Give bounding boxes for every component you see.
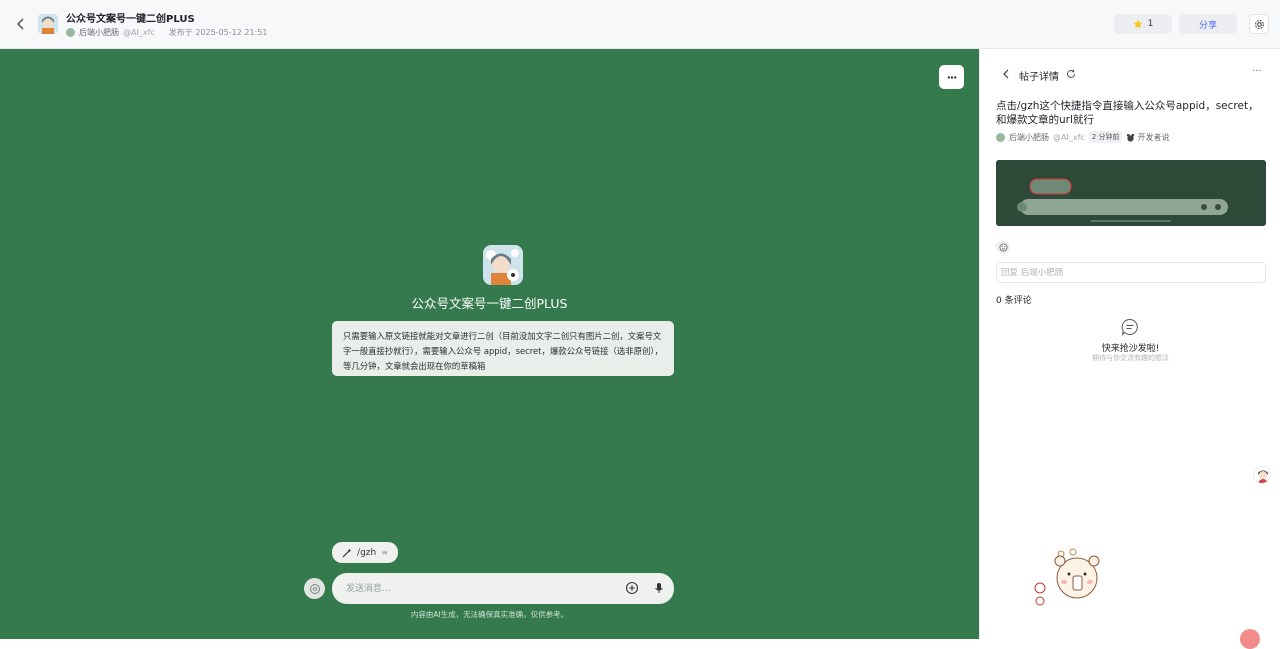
post-meta: 后端小肥肠 @AI_xfc 2 分钟前 开发者说 (996, 131, 1169, 143)
emoji-icon (998, 242, 1008, 252)
author-avatar (66, 28, 75, 37)
app-avatar (38, 14, 58, 34)
refresh-icon[interactable] (1066, 69, 1076, 79)
settings-button[interactable] (1249, 14, 1269, 34)
bot-name: 公众号文案号一键二创PLUS (411, 296, 568, 311)
plus-circle-icon[interactable] (625, 581, 639, 595)
post-detail-panel: 帖子详情 ··· 点击/gzh这个快捷指令直接输入公众号appid，secret… (979, 49, 1280, 639)
back-icon (16, 18, 24, 30)
comment-empty-icon (1121, 318, 1138, 336)
intro-message: 只需要输入原文链接就能对文章进行二创（目前没加文字二创只有图片二创，文案号文字一… (332, 321, 674, 376)
share-button[interactable]: 分享 (1179, 14, 1237, 34)
settings-icon (1254, 19, 1264, 29)
author-name[interactable]: 后端小肥肠 (79, 27, 119, 38)
mascot-illustration (1034, 548, 1100, 606)
star-button[interactable]: 1 (1114, 14, 1172, 34)
message-input[interactable] (346, 580, 616, 597)
publish-date: 发布于 2025-05-12 21:51 (168, 28, 268, 37)
message-input-box (332, 573, 674, 604)
star-icon (1133, 19, 1143, 29)
panel-title: 帖子详情 (1019, 72, 1059, 83)
chat-area: ··· 公众号文案号一键二创PLUS 只需要输入原文链接就能对文章进行二创（目前… (0, 49, 979, 639)
command-label: /gzh (357, 547, 377, 558)
top-bar: 公众号文案号一键二创PLUS 后端小肥肠 @AI_xfc 发布于 2025-05… (0, 0, 1280, 49)
sparkle-icon (342, 548, 352, 557)
chip-menu-icon: ≡ (381, 548, 388, 557)
time-badge: 2 分钟前 (1088, 131, 1123, 143)
voice-mode-button[interactable] (304, 578, 325, 599)
star-count: 1 (1147, 19, 1154, 29)
app-title: 公众号文案号一键二创PLUS (66, 14, 195, 25)
voice-icon (309, 583, 320, 594)
author-avatar (996, 132, 1005, 142)
ai-disclaimer: 内容由AI生成，无法确保真实准确，仅供参考。 (410, 610, 569, 619)
post-author[interactable]: 后端小肥肠 (1009, 132, 1049, 143)
dev-tag-label: 开发者说 (1137, 132, 1170, 142)
emoji-button[interactable] (996, 240, 1010, 254)
more-icon: ··· (946, 70, 958, 84)
post-text: 点击/gzh这个快捷指令直接输入公众号appid，secret，和爆款文章的ur… (996, 100, 1259, 126)
dev-tag: 开发者说 (1126, 132, 1169, 143)
mic-icon[interactable] (652, 581, 666, 595)
floating-user-avatar[interactable] (1253, 466, 1271, 484)
post-handle: @AI_xfc (1053, 132, 1085, 142)
author-handle: @AI_xfc (123, 28, 155, 37)
back-button[interactable] (12, 15, 30, 33)
reply-input[interactable] (996, 262, 1266, 283)
meta-row: 后端小肥肠 @AI_xfc 发布于 2025-05-12 21:51 (66, 27, 267, 38)
floating-assistant-button[interactable] (1240, 629, 1260, 649)
empty-subtitle: 期待与你交流有趣的想法 (1092, 354, 1169, 362)
panel-more-icon[interactable]: ··· (1252, 66, 1262, 77)
post-screenshot-image[interactable] (996, 160, 1266, 226)
bot-avatar (483, 245, 523, 285)
more-options-button[interactable]: ··· (939, 65, 964, 89)
back-icon[interactable] (1000, 68, 1012, 80)
command-chip[interactable]: /gzh ≡ (332, 542, 398, 563)
comment-count: 0 条评论 (996, 296, 1032, 306)
bear-icon (1127, 133, 1135, 142)
